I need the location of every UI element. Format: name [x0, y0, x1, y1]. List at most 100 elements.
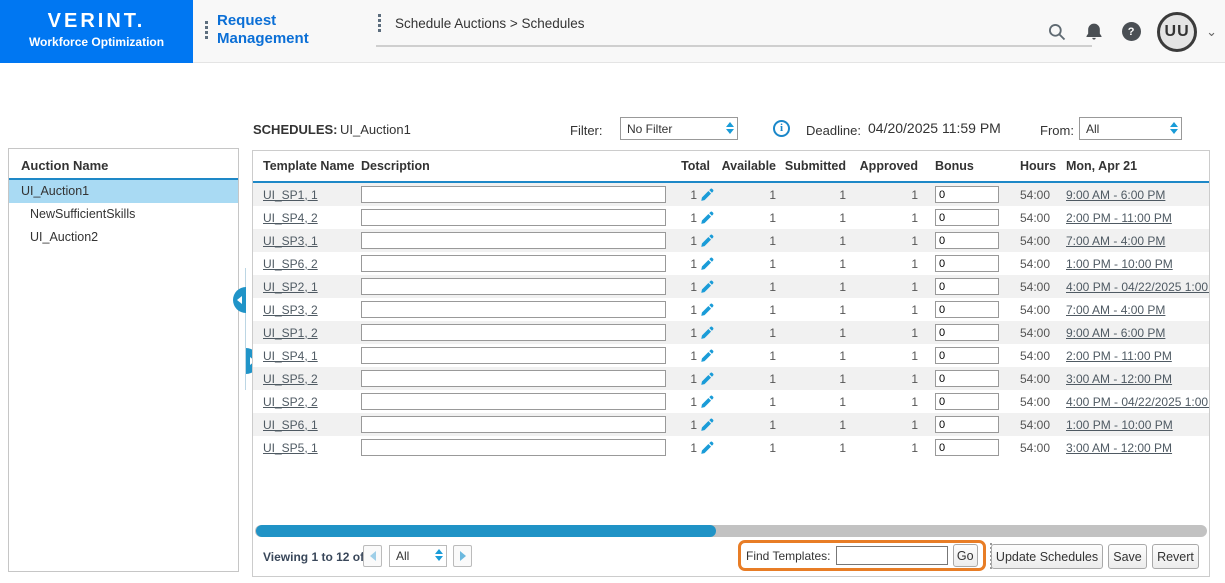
shift-time-link[interactable]: 7:00 AM - 4:00 PM — [1066, 234, 1165, 248]
bonus-cell — [924, 301, 1020, 318]
template-name-link[interactable]: UI_SP4, 1 — [263, 349, 318, 363]
edit-pencil-icon[interactable] — [700, 234, 714, 248]
bonus-input[interactable] — [935, 209, 999, 226]
find-templates-input[interactable] — [836, 546, 948, 565]
save-button[interactable]: Save — [1108, 544, 1147, 569]
edit-pencil-icon[interactable] — [700, 372, 714, 386]
shift-time-link[interactable]: 9:00 AM - 6:00 PM — [1066, 188, 1165, 202]
bonus-input[interactable] — [935, 393, 999, 410]
horizontal-scrollbar-track[interactable] — [255, 525, 1207, 537]
go-button[interactable]: Go — [953, 544, 979, 567]
shift-time-link[interactable]: 4:00 PM - 04/22/2025 1:00 AM — [1066, 395, 1209, 409]
sidebar-item-auction[interactable]: UI_Auction2 — [9, 226, 238, 249]
notifications-bell-icon[interactable] — [1083, 21, 1105, 43]
template-name-cell: UI_SP6, 2 — [253, 257, 361, 271]
hours-cell: 54:00 — [1020, 280, 1064, 294]
template-name-link[interactable]: UI_SP5, 2 — [263, 372, 318, 386]
from-select[interactable]: All — [1079, 117, 1182, 140]
horizontal-scrollbar-thumb[interactable] — [256, 525, 716, 537]
bonus-input[interactable] — [935, 416, 999, 433]
description-input[interactable] — [361, 255, 666, 272]
from-stepper-icon[interactable] — [1170, 122, 1178, 134]
sidebar-item-auction[interactable]: NewSufficientSkills — [9, 203, 238, 226]
bonus-input[interactable] — [935, 232, 999, 249]
template-name-link[interactable]: UI_SP4, 2 — [263, 211, 318, 225]
edit-pencil-icon[interactable] — [700, 395, 714, 409]
page-size-stepper-icon[interactable] — [435, 549, 443, 561]
module-switcher[interactable]: RequestManagement — [205, 12, 309, 48]
template-name-link[interactable]: UI_SP5, 1 — [263, 441, 318, 455]
shift-time-link[interactable]: 3:00 AM - 12:00 PM — [1066, 372, 1172, 386]
edit-pencil-icon[interactable] — [700, 303, 714, 317]
template-name-link[interactable]: UI_SP2, 1 — [263, 280, 318, 294]
description-input[interactable] — [361, 232, 666, 249]
revert-button[interactable]: Revert — [1152, 544, 1199, 569]
shift-time-link[interactable]: 1:00 PM - 10:00 PM — [1066, 418, 1173, 432]
bonus-input[interactable] — [935, 301, 999, 318]
edit-pencil-icon[interactable] — [700, 211, 714, 225]
page-size-select[interactable]: All — [389, 545, 447, 567]
edit-pencil-icon[interactable] — [700, 188, 714, 202]
bonus-input[interactable] — [935, 324, 999, 341]
description-input[interactable] — [361, 209, 666, 226]
edit-pencil-icon[interactable] — [700, 280, 714, 294]
description-input[interactable] — [361, 370, 666, 387]
template-name-link[interactable]: UI_SP6, 2 — [263, 257, 318, 271]
bonus-input[interactable] — [935, 278, 999, 295]
description-input[interactable] — [361, 324, 666, 341]
shift-time-link[interactable]: 9:00 AM - 6:00 PM — [1066, 326, 1165, 340]
submitted-cell: 1 — [782, 257, 852, 271]
template-name-cell: UI_SP1, 1 — [253, 188, 361, 202]
bonus-cell — [924, 370, 1020, 387]
prev-page-button[interactable] — [363, 545, 382, 567]
edit-pencil-icon[interactable] — [700, 418, 714, 432]
description-input[interactable] — [361, 347, 666, 364]
template-name-link[interactable]: UI_SP1, 2 — [263, 326, 318, 340]
filter-select[interactable]: No Filter — [620, 117, 738, 140]
filter-stepper-icon[interactable] — [726, 122, 734, 134]
help-icon[interactable]: ? — [1120, 21, 1142, 43]
table-row: UI_SP4, 1 1 1 1 1 54:00 2:00 PM - 11:00 … — [253, 344, 1209, 367]
template-name-link[interactable]: UI_SP3, 2 — [263, 303, 318, 317]
shift-time-link[interactable]: 7:00 AM - 4:00 PM — [1066, 303, 1165, 317]
template-name-link[interactable]: UI_SP3, 1 — [263, 234, 318, 248]
avatar-chevron-down-icon[interactable]: ⌄ — [1206, 24, 1217, 40]
info-icon[interactable]: i — [773, 120, 790, 137]
edit-pencil-icon[interactable] — [700, 326, 714, 340]
template-name-link[interactable]: UI_SP1, 1 — [263, 188, 318, 202]
search-icon[interactable] — [1046, 21, 1068, 43]
breadcrumb[interactable]: Schedule Auctions > Schedules — [378, 14, 585, 32]
submitted-cell: 1 — [782, 349, 852, 363]
total-cell: 1 — [670, 257, 716, 271]
description-input[interactable] — [361, 439, 666, 456]
description-input[interactable] — [361, 301, 666, 318]
shift-time-link[interactable]: 2:00 PM - 11:00 PM — [1066, 211, 1172, 225]
description-input[interactable] — [361, 393, 666, 410]
shift-time-link[interactable]: 2:00 PM - 11:00 PM — [1066, 349, 1172, 363]
sidebar-item-auction[interactable]: UI_Auction1 — [9, 180, 238, 203]
description-cell — [361, 255, 670, 272]
edit-pencil-icon[interactable] — [700, 349, 714, 363]
user-avatar[interactable]: UU — [1157, 12, 1197, 52]
bonus-input[interactable] — [935, 186, 999, 203]
description-input[interactable] — [361, 416, 666, 433]
description-input[interactable] — [361, 186, 666, 203]
template-name-link[interactable]: UI_SP6, 1 — [263, 418, 318, 432]
update-schedules-button[interactable]: Update Schedules — [991, 544, 1103, 569]
bonus-input[interactable] — [935, 255, 999, 272]
template-name-link[interactable]: UI_SP2, 2 — [263, 395, 318, 409]
next-page-button[interactable] — [453, 545, 472, 567]
bonus-input[interactable] — [935, 370, 999, 387]
table-row: UI_SP6, 1 1 1 1 1 54:00 1:00 PM - 10:00 … — [253, 413, 1209, 436]
edit-pencil-icon[interactable] — [700, 441, 714, 455]
shift-time-link[interactable]: 3:00 AM - 12:00 PM — [1066, 441, 1172, 455]
template-name-cell: UI_SP3, 1 — [253, 234, 361, 248]
hours-cell: 54:00 — [1020, 211, 1064, 225]
description-input[interactable] — [361, 278, 666, 295]
bonus-input[interactable] — [935, 439, 999, 456]
bonus-input[interactable] — [935, 347, 999, 364]
total-value: 1 — [690, 372, 697, 386]
edit-pencil-icon[interactable] — [700, 257, 714, 271]
shift-time-link[interactable]: 1:00 PM - 10:00 PM — [1066, 257, 1173, 271]
shift-time-link[interactable]: 4:00 PM - 04/22/2025 1:00 AM — [1066, 280, 1209, 294]
